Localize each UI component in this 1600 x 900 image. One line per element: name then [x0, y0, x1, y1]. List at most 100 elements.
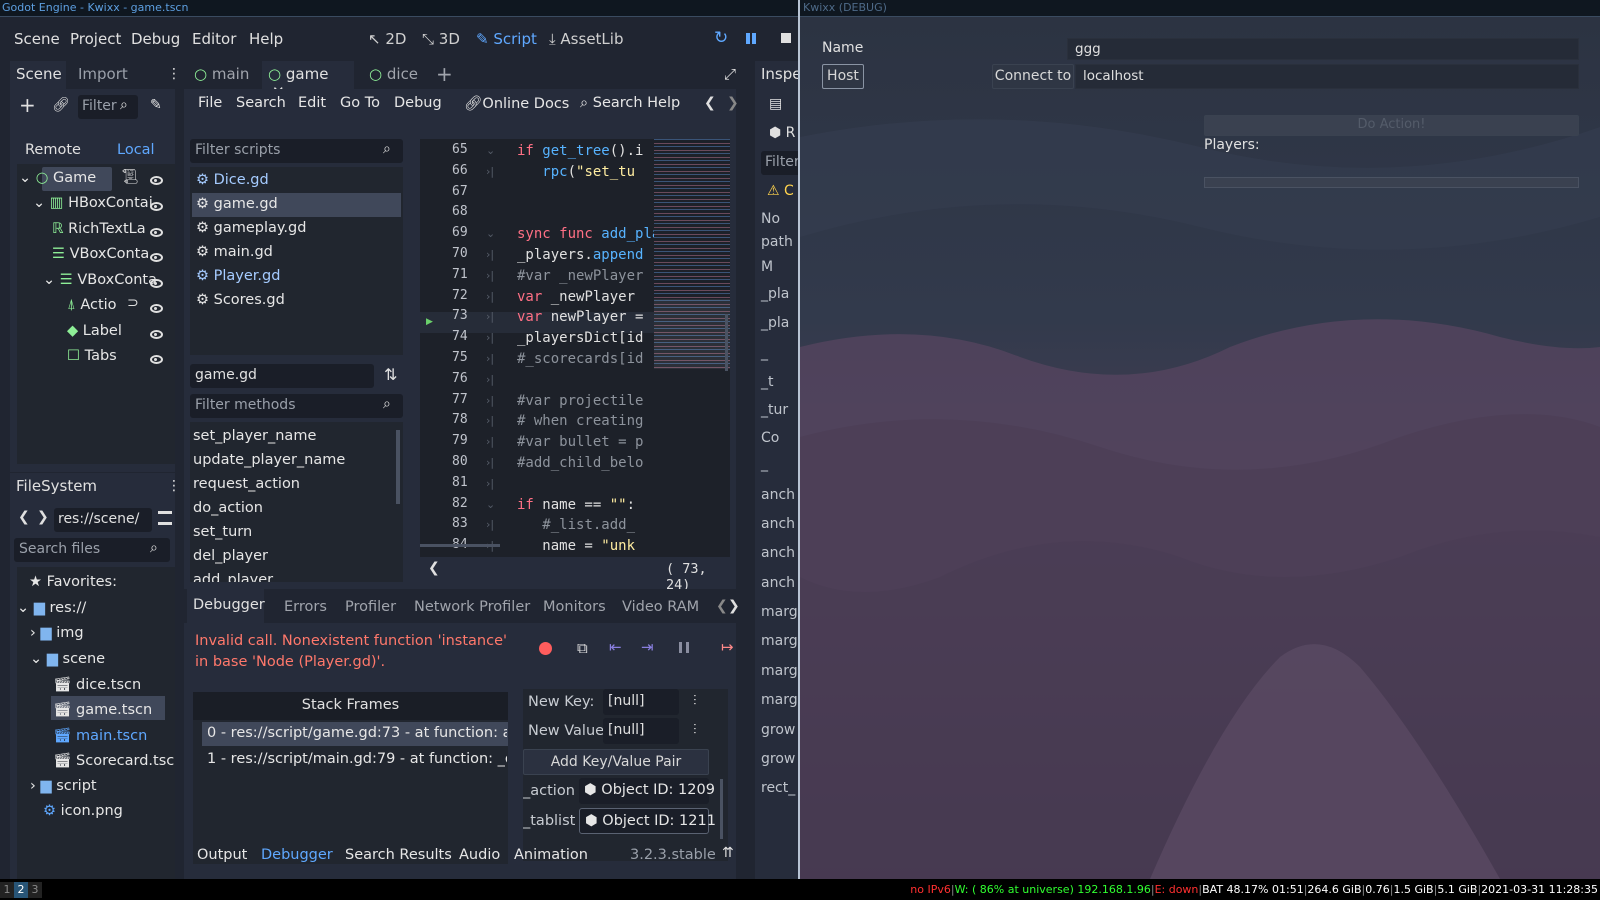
folder-res[interactable]: ⌄ ▆ res://: [17, 600, 86, 616]
script-item[interactable]: ⚙ Player.gd: [196, 268, 280, 284]
visibility-eye-icon[interactable]: [150, 352, 163, 368]
code-editor[interactable]: ▶ 65 66 67 68 69 70 71 72 73 74 75 76 77 78 79 80 81 82 83…: [420, 139, 730, 557]
filesystem-path[interactable]: res://scene/: [54, 508, 152, 532]
workspace-script[interactable]: ✎ Script: [476, 30, 537, 48]
new-key-field[interactable]: [null]: [603, 689, 679, 715]
folder-scene[interactable]: ⌄ ▆ scene: [30, 651, 105, 667]
bottom-tab-search-results[interactable]: Search Results: [345, 847, 452, 863]
tab-scene[interactable]: Scene: [10, 61, 66, 89]
vars-scrollbar[interactable]: [720, 779, 723, 839]
search-help-button[interactable]: ⌕ Search Help: [580, 95, 680, 111]
new-resource-icon[interactable]: ▤: [769, 96, 782, 112]
menu-help[interactable]: Help: [249, 30, 283, 48]
inspector-property[interactable]: marg: [761, 692, 798, 708]
script-menu-debug[interactable]: Debug: [394, 95, 442, 111]
tree-node-richtext[interactable]: ℝ RichTextLa: [52, 221, 146, 237]
inspector-property[interactable]: M: [761, 259, 773, 275]
type-select-icon[interactable]: ⫶: [693, 693, 697, 709]
tab-monitors[interactable]: Monitors: [543, 599, 606, 615]
script-menu-edit[interactable]: Edit: [298, 95, 326, 111]
tree-node-tabs[interactable]: ☐ Tabs: [67, 348, 117, 364]
script-item[interactable]: ⚙ Scores.gd: [196, 292, 285, 308]
workspace-assetlib[interactable]: ⤓ AssetLib: [549, 30, 623, 48]
inspector-property[interactable]: No: [761, 211, 780, 227]
inspector-property[interactable]: _t: [761, 374, 774, 390]
pause-icon[interactable]: [746, 33, 750, 44]
add-key-value-button[interactable]: Add Key/Value Pair: [523, 749, 709, 775]
menu-scene[interactable]: Scene: [14, 30, 60, 48]
tab-video-ram[interactable]: Video RAM: [622, 599, 699, 615]
inspector-property[interactable]: path: [761, 234, 793, 250]
method-item[interactable]: do_action: [193, 500, 263, 516]
inspector-property[interactable]: _: [761, 345, 768, 361]
bottom-tab-debugger[interactable]: Debugger: [261, 847, 333, 863]
inspector-property[interactable]: grow: [761, 722, 795, 738]
local-tab[interactable]: Local: [117, 142, 155, 158]
remote-tab[interactable]: Remote: [25, 142, 81, 158]
file-game-tscn[interactable]: 🎬︎ game.tscn: [53, 701, 152, 718]
distraction-free-icon[interactable]: ⤢: [724, 65, 736, 83]
inspector-property[interactable]: anch: [761, 516, 795, 532]
host-button[interactable]: Host: [822, 64, 864, 89]
scene-tab-dice[interactable]: ○ dice: [369, 65, 418, 83]
stack-frame-row[interactable]: 0 - res://script/game.gd:73 - at functio…: [207, 725, 507, 741]
stop-icon[interactable]: [781, 33, 791, 43]
tab-profiler[interactable]: Profiler: [345, 599, 396, 615]
inspector-property[interactable]: anch: [761, 575, 795, 591]
inspector-property[interactable]: anch: [761, 487, 795, 503]
method-scrollbar[interactable]: [396, 430, 400, 504]
add-scene-tab-icon[interactable]: +: [436, 62, 453, 86]
favorites[interactable]: ★ Favorites:: [29, 574, 117, 590]
do-action-button[interactable]: Do Action!: [1204, 115, 1579, 136]
inspector-property[interactable]: marg: [761, 663, 798, 679]
script-item[interactable]: ⚙ main.gd: [196, 244, 273, 260]
tab-network-profiler[interactable]: Network Profiler: [414, 599, 530, 615]
workspace-2[interactable]: 2: [14, 882, 28, 898]
tabs-left-icon[interactable]: ❮: [716, 598, 728, 614]
connect-button[interactable]: Connect to: [992, 64, 1074, 89]
step-over-icon[interactable]: ⇥: [641, 638, 654, 656]
record-icon[interactable]: [539, 642, 552, 655]
tree-node-hbox[interactable]: ⌄ ▥ HBoxContai: [33, 195, 153, 211]
script-item[interactable]: ⚙ game.gd: [196, 196, 278, 212]
minimap[interactable]: [654, 139, 730, 557]
inspector-property[interactable]: anch: [761, 545, 795, 561]
visibility-eye-icon[interactable]: [150, 173, 163, 189]
tree-node-vbox-1[interactable]: ☰ VBoxConta: [52, 246, 149, 262]
bottom-tab-output[interactable]: Output: [197, 847, 247, 863]
script-menu-search[interactable]: Search: [236, 95, 286, 111]
filter-scripts-input[interactable]: Filter scripts ⌕: [190, 139, 403, 163]
method-item[interactable]: del_player: [193, 548, 268, 564]
visibility-eye-icon[interactable]: [150, 327, 163, 343]
file-scorecard-tscn[interactable]: 🎬︎ Scorecard.tsc: [53, 752, 174, 769]
bottom-tab-animation[interactable]: Animation: [514, 847, 588, 863]
method-item[interactable]: set_turn: [193, 524, 252, 540]
dock-menu-icon[interactable]: ⋮: [167, 478, 181, 494]
tab-filesystem[interactable]: FileSystem: [10, 473, 100, 501]
inspector-property[interactable]: _pla: [761, 315, 789, 331]
copy-icon[interactable]: ⧉: [577, 639, 588, 657]
method-item[interactable]: set_player_name: [193, 428, 316, 444]
script-menu-file[interactable]: File: [198, 95, 222, 111]
workspace-2d[interactable]: ↖ 2D: [368, 30, 406, 48]
tree-node-action[interactable]: ⍋ Actio: [67, 297, 117, 313]
script-menu-goto[interactable]: Go To: [340, 95, 380, 111]
method-item[interactable]: update_player_name: [193, 452, 345, 468]
new-value-field[interactable]: [null]: [603, 718, 679, 744]
back-icon[interactable]: ❮: [18, 509, 30, 525]
tree-node-label[interactable]: ◆ Label: [67, 323, 122, 339]
file-dice-tscn[interactable]: 🎬︎ dice.tscn: [53, 676, 141, 693]
inspector-property[interactable]: rect_: [761, 780, 795, 796]
visibility-eye-icon[interactable]: [150, 199, 163, 215]
prev-script-icon[interactable]: ❮: [704, 95, 716, 111]
name-input[interactable]: ggg: [1067, 38, 1579, 60]
type-select-icon[interactable]: ⫶: [693, 722, 697, 738]
inspector-property[interactable]: _: [761, 456, 768, 472]
var-value[interactable]: ⬢ Object ID: 1209: [579, 778, 715, 804]
sort-icon[interactable]: ⇅: [384, 365, 397, 384]
workspace-1[interactable]: 1: [0, 882, 14, 898]
script-item[interactable]: ⚙ Dice.gd: [196, 172, 269, 188]
toggle-scripts-panel-icon[interactable]: ❮: [428, 560, 440, 576]
method-item[interactable]: add_player: [193, 572, 273, 582]
add-node-icon[interactable]: +: [19, 93, 36, 117]
